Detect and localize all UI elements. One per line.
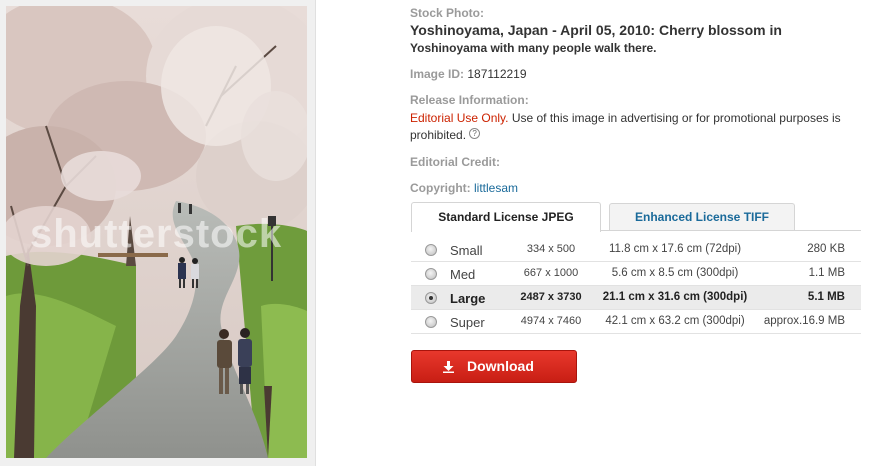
- release-label: Release Information:: [410, 93, 529, 107]
- copyright-label: Copyright:: [410, 181, 471, 195]
- size-row-small[interactable]: Small 334 x 500 11.8 cm x 17.6 cm (72dpi…: [411, 238, 861, 262]
- release-text: Editorial Use Only. Use of this image in…: [410, 110, 860, 144]
- size-name: Super: [450, 315, 485, 330]
- size-row-super[interactable]: Super 4974 x 7460 42.1 cm x 63.2 cm (300…: [411, 310, 861, 334]
- image-title: Yoshinoyama, Japan - April 05, 2010: Che…: [410, 22, 782, 38]
- size-radio[interactable]: [425, 316, 437, 328]
- image-subtitle: Yoshinoyama with many people walk there.: [410, 41, 657, 55]
- copyright-link[interactable]: littlesam: [474, 181, 518, 195]
- image-details: Stock Photo: Yoshinoyama, Japan - April …: [410, 6, 860, 196]
- size-print: 5.6 cm x 8.5 cm (300dpi): [611, 267, 739, 279]
- release-info: Release Information: Editorial Use Only.…: [410, 93, 860, 144]
- editorial-credit-row: Editorial Credit:: [410, 155, 860, 170]
- size-file: 5.1 MB: [807, 291, 845, 303]
- size-name: Med: [450, 267, 476, 282]
- image-id-value: 187112219: [467, 67, 527, 81]
- editorial-use-badge: Editorial Use Only.: [410, 111, 509, 125]
- size-radio[interactable]: [425, 244, 437, 256]
- tab-enhanced-license-tiff[interactable]: Enhanced License TIFF: [609, 203, 795, 230]
- size-name: Small: [450, 243, 483, 258]
- size-pixels: 2487 x 3730: [520, 291, 582, 303]
- size-file: 280 KB: [807, 243, 845, 255]
- size-row-med[interactable]: Med 667 x 1000 5.6 cm x 8.5 cm (300dpi) …: [411, 262, 861, 286]
- tab-standard-license-jpeg[interactable]: Standard License JPEG: [411, 202, 601, 232]
- image-id-row: Image ID: 187112219: [410, 67, 860, 82]
- editorial-credit-label: Editorial Credit:: [410, 155, 501, 169]
- help-icon[interactable]: ?: [469, 128, 481, 139]
- download-button[interactable]: Download: [411, 350, 577, 383]
- license-tabs: Standard License JPEG Enhanced License T…: [411, 202, 861, 232]
- download-label: Download: [467, 358, 534, 374]
- stock-photo[interactable]: shutterstock: [6, 6, 307, 458]
- size-radio-selected[interactable]: [425, 292, 437, 304]
- size-options-table: Small 334 x 500 11.8 cm x 17.6 cm (72dpi…: [411, 238, 861, 334]
- size-radio[interactable]: [425, 268, 437, 280]
- size-pixels: 4974 x 7460: [520, 315, 582, 327]
- size-print: 11.8 cm x 17.6 cm (72dpi): [608, 243, 742, 255]
- size-file: approx.16.9 MB: [763, 315, 845, 327]
- size-pixels: 334 x 500: [526, 243, 576, 255]
- copyright-row: Copyright: littlesam: [410, 181, 860, 196]
- size-print: 21.1 cm x 31.6 cm (300dpi): [602, 291, 748, 303]
- size-file: 1.1 MB: [808, 267, 845, 279]
- photo-frame: shutterstock: [0, 0, 316, 466]
- download-arrow-icon: [443, 361, 454, 373]
- image-id-label: Image ID:: [410, 67, 465, 81]
- size-name: Large: [450, 291, 486, 306]
- size-row-large[interactable]: Large 2487 x 3730 21.1 cm x 31.6 cm (300…: [411, 286, 861, 310]
- watermark: shutterstock: [30, 212, 283, 256]
- stock-photo-label: Stock Photo:: [410, 6, 484, 20]
- size-pixels: 667 x 1000: [523, 267, 579, 279]
- size-print: 42.1 cm x 63.2 cm (300dpi): [605, 315, 745, 327]
